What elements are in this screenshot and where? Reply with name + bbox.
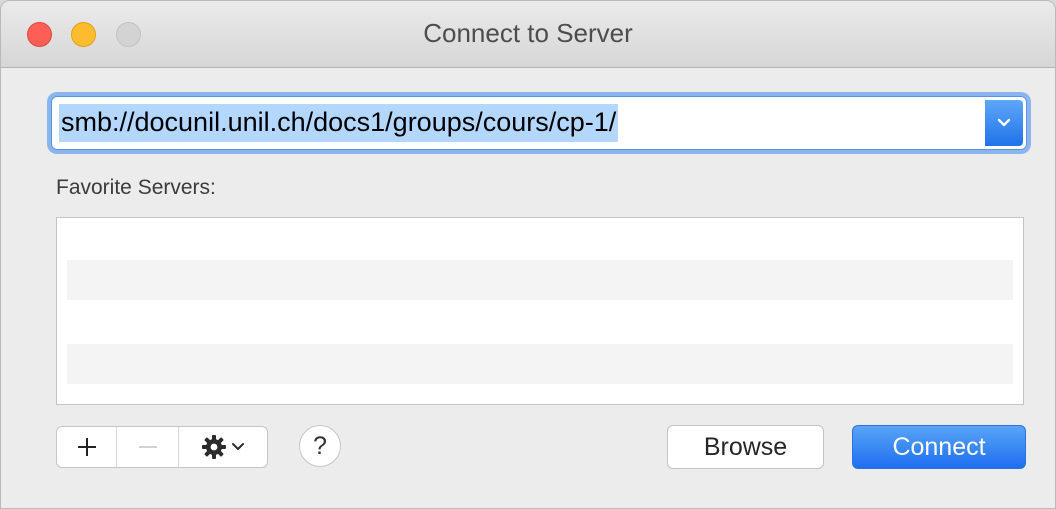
action-menu-button[interactable]: [179, 427, 267, 467]
list-row: [67, 344, 1013, 384]
remove-favorite-button[interactable]: [117, 427, 179, 467]
gear-icon: [202, 435, 226, 459]
question-mark-icon: ?: [313, 431, 327, 460]
browse-button[interactable]: Browse: [667, 425, 824, 469]
favorite-servers-list[interactable]: [56, 217, 1024, 405]
server-address-combo[interactable]: smb://docunil.unil.ch/docs1/groups/cours…: [51, 96, 1027, 150]
chevron-down-icon: [997, 118, 1011, 127]
title-bar[interactable]: Connect to Server: [1, 1, 1055, 68]
window-title: Connect to Server: [423, 18, 633, 48]
minus-icon: [138, 446, 157, 448]
list-row: [67, 218, 1013, 258]
list-row: [67, 302, 1013, 342]
help-button[interactable]: ?: [299, 425, 341, 467]
favorite-servers-label: Favorite Servers:: [56, 176, 216, 199]
connect-to-server-window: Connect to Server smb://docunil.unil.ch/…: [0, 0, 1056, 509]
recent-servers-dropdown-button[interactable]: [985, 100, 1023, 146]
favorites-segmented-control: [56, 426, 268, 468]
server-address-value: smb://docunil.unil.ch/docs1/groups/cours…: [59, 104, 619, 142]
plus-icon: [77, 438, 96, 456]
chevron-down-icon: [232, 443, 244, 450]
connect-button[interactable]: Connect: [852, 425, 1026, 469]
list-row: [67, 260, 1013, 300]
add-favorite-button[interactable]: [57, 427, 117, 467]
server-address-input[interactable]: smb://docunil.unil.ch/docs1/groups/cours…: [55, 100, 983, 146]
